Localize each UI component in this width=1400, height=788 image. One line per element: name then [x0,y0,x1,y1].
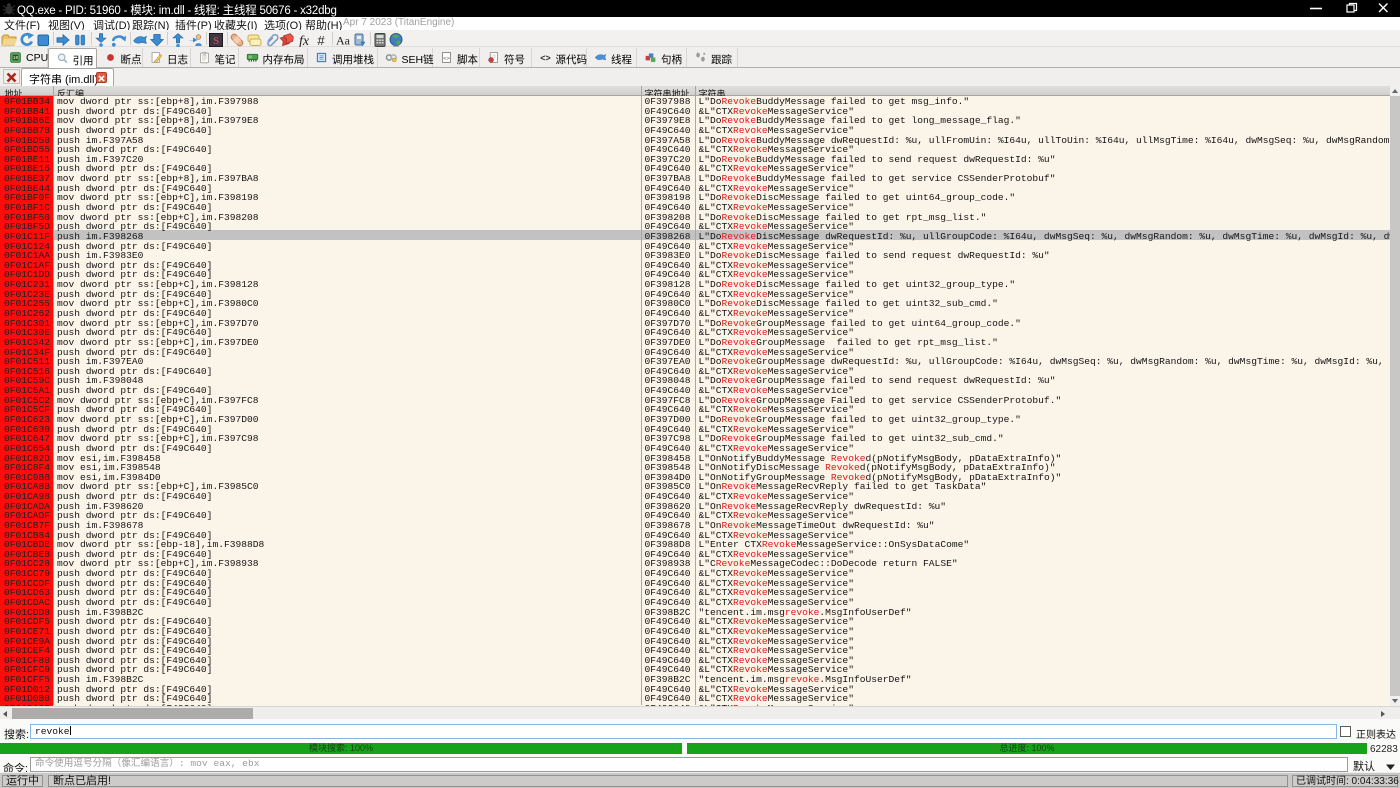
svg-text:10: 10 [13,55,19,61]
svg-text:<>: <> [443,55,450,62]
svg-text:#: # [317,33,325,48]
svg-text:<>: <> [540,53,550,63]
svg-text:fx: fx [298,34,309,48]
svg-text:S: S [213,35,219,47]
svg-text:Aa: Aa [336,33,351,47]
